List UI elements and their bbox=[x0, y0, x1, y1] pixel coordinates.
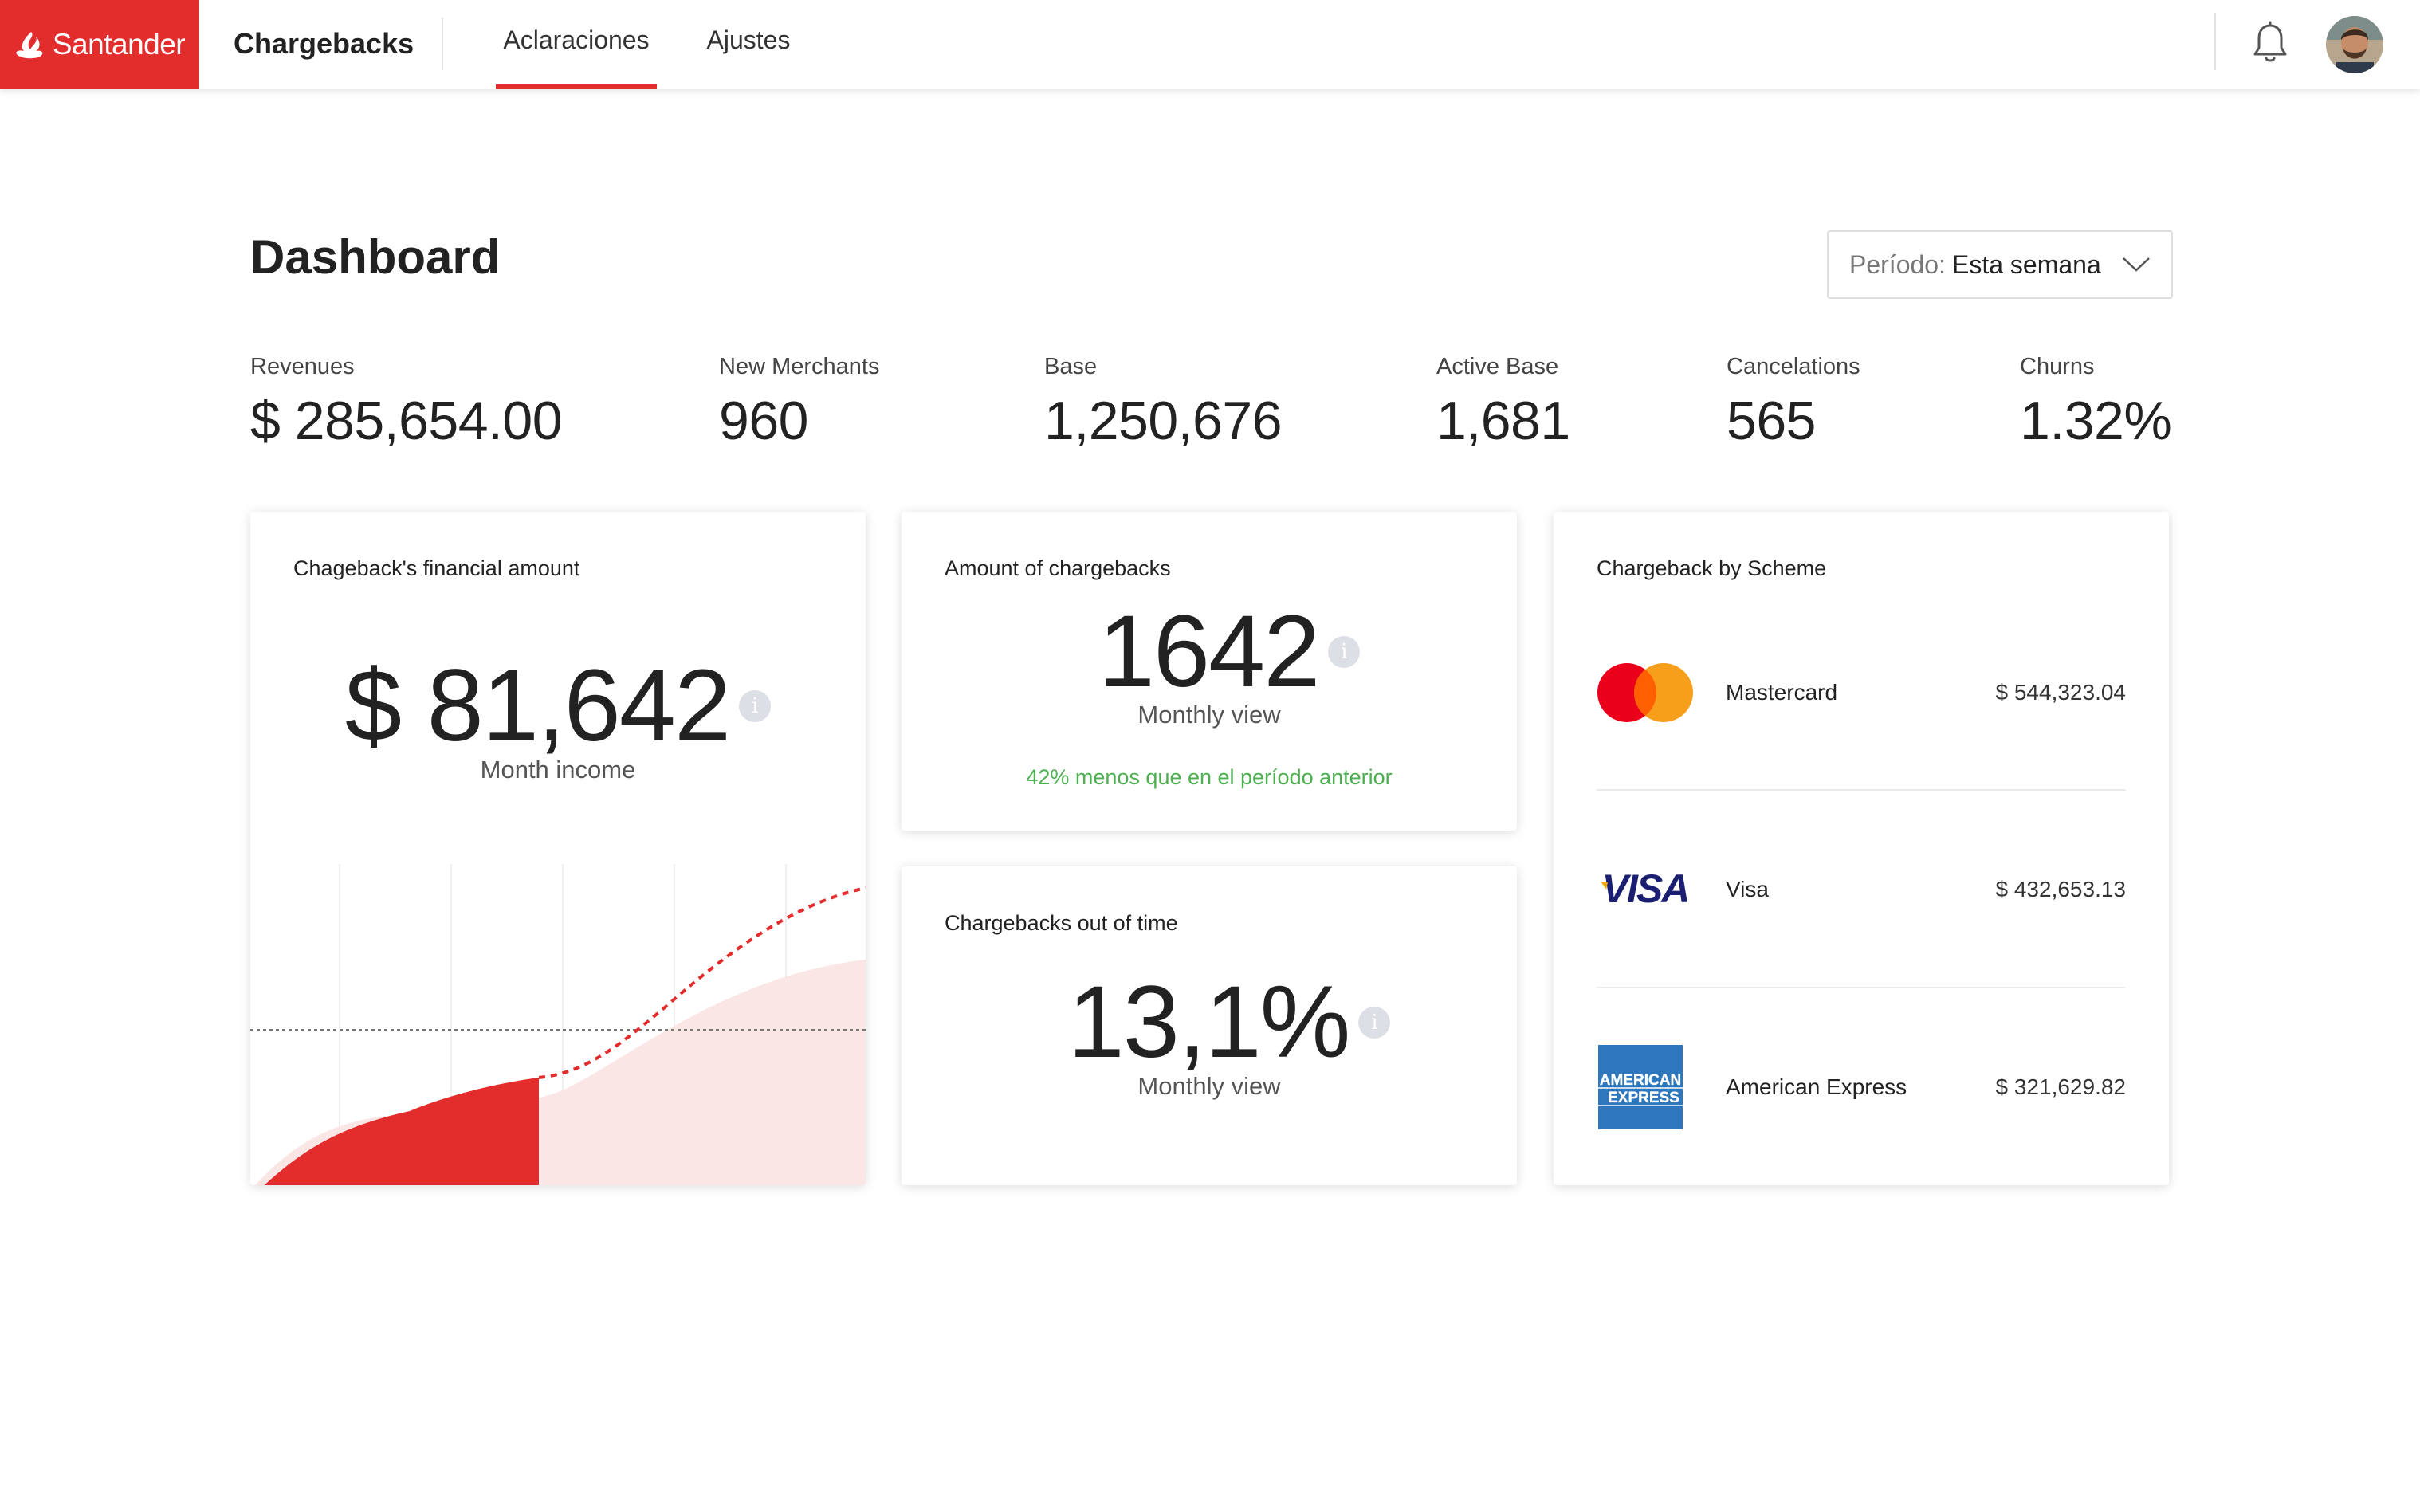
comparison-note: 42% menos que en el período anterior bbox=[1026, 765, 1393, 789]
scheme-name: American Express bbox=[1726, 1074, 1907, 1099]
kpi-value: 1,681 bbox=[1436, 391, 1570, 451]
amount-chargebacks-card: Amount of chargebacks 1642 i Monthly vie… bbox=[902, 512, 1517, 831]
scheme-amount: $ 432,653.13 bbox=[1995, 877, 2127, 901]
user-avatar[interactable] bbox=[2326, 16, 2383, 73]
card-title: Chageback's financial amount bbox=[293, 556, 580, 580]
kpi-value: 565 bbox=[1727, 391, 1816, 451]
period-label: Período: bbox=[1849, 249, 1946, 279]
info-icon[interactable]: i bbox=[1328, 636, 1361, 668]
tab-aclaraciones[interactable]: Aclaraciones bbox=[496, 26, 657, 89]
amount-value-row: 1642 i bbox=[902, 601, 1517, 703]
chevron-down-icon bbox=[2123, 257, 2150, 272]
financial-sub-label: Month income bbox=[480, 756, 636, 783]
amount-sub-label: Monthly view bbox=[1137, 701, 1281, 729]
info-icon[interactable]: i bbox=[1358, 1007, 1391, 1039]
scheme-card: Chargeback by Scheme Mastercard $ 544,32… bbox=[1554, 512, 2169, 1185]
kpi-value: 1,250,676 bbox=[1044, 391, 1283, 451]
financial-value: $ 81,642 bbox=[344, 649, 731, 763]
scheme-amount: $ 544,323.04 bbox=[1995, 680, 2127, 705]
period-value: Esta semana bbox=[1951, 249, 2101, 279]
tab-ajustes[interactable]: Ajustes bbox=[705, 26, 792, 89]
row-divider bbox=[1597, 789, 2126, 791]
kpi-value: 960 bbox=[719, 391, 808, 451]
out-of-time-sub-label: Monthly view bbox=[1137, 1072, 1281, 1100]
kpi-active-base: Active Base 1,681 bbox=[1436, 354, 1570, 452]
scheme-amount: $ 321,629.82 bbox=[1995, 1074, 2127, 1099]
mastercard-logo bbox=[1597, 649, 1708, 736]
kpi-label: Revenues bbox=[250, 354, 355, 379]
scheme-row-mastercard[interactable]: Mastercard $ 544,323.04 bbox=[1597, 649, 2126, 736]
card-title: Chargeback by Scheme bbox=[1597, 556, 1827, 580]
scheme-row-amex[interactable]: AMERICAN EXPRESS American Express $ 321,… bbox=[1597, 1043, 2126, 1131]
kpi-label: New Merchants bbox=[719, 354, 880, 379]
page-title: Dashboard bbox=[250, 230, 501, 284]
out-of-time-card: Chargebacks out of time 13,1% i Monthly … bbox=[902, 866, 1517, 1185]
out-of-time-value-row: 13,1% i bbox=[902, 972, 1517, 1074]
kpi-value: 1.32% bbox=[2020, 391, 2172, 451]
amount-value: 1642 bbox=[1098, 595, 1321, 709]
financial-amount-card: Chageback's financial amount $ 81,642 i … bbox=[250, 512, 866, 1185]
info-icon[interactable]: i bbox=[739, 690, 772, 722]
scheme-row-visa[interactable]: VISA Visa $ 432,653.13 bbox=[1597, 846, 2126, 933]
row-divider bbox=[1597, 987, 2126, 988]
kpi-label: Base bbox=[1044, 354, 1098, 379]
kpi-revenues: Revenues $ 285,654.00 bbox=[250, 354, 563, 452]
santander-logo[interactable]: Santander bbox=[0, 0, 199, 89]
scheme-name: Mastercard bbox=[1726, 680, 1838, 705]
header-divider bbox=[442, 18, 443, 70]
kpi-value: $ 285,654.00 bbox=[250, 391, 563, 451]
financial-value-row: $ 81,642 i bbox=[250, 655, 866, 757]
kpi-label: Churns bbox=[2020, 354, 2095, 379]
top-navigation-bar: Santander Chargebacks Aclaraciones Ajust… bbox=[0, 0, 2420, 89]
card-title: Amount of chargebacks bbox=[945, 556, 1171, 580]
period-select[interactable]: Período: Esta semana bbox=[1827, 230, 2173, 299]
amex-logo-text: AMERICAN bbox=[1600, 1072, 1681, 1089]
kpi-base: Base 1,250,676 bbox=[1044, 354, 1283, 452]
card-title: Chargebacks out of time bbox=[945, 911, 1178, 935]
out-of-time-value: 13,1% bbox=[1067, 965, 1351, 1079]
kpi-cancelations: Cancelations 565 bbox=[1727, 354, 1860, 452]
scheme-name: Visa bbox=[1726, 877, 1769, 901]
kpi-label: Cancelations bbox=[1727, 354, 1860, 379]
kpi-new-merchants: New Merchants 960 bbox=[719, 354, 879, 452]
visa-logo-text: VISA bbox=[1602, 866, 1689, 911]
kpi-label: Active Base bbox=[1436, 354, 1559, 379]
visa-logo: VISA bbox=[1597, 846, 1708, 933]
amex-logo: AMERICAN EXPRESS bbox=[1597, 1043, 1708, 1131]
santander-flame-icon bbox=[16, 32, 43, 59]
bell-icon[interactable] bbox=[2251, 21, 2289, 65]
income-trend-chart bbox=[250, 864, 866, 1185]
header-divider bbox=[2214, 13, 2216, 70]
app-title: Chargebacks bbox=[234, 27, 414, 60]
chart-area-current bbox=[264, 1078, 539, 1185]
amex-logo-text: EXPRESS bbox=[1608, 1090, 1679, 1106]
brand-name: Santander bbox=[52, 28, 186, 61]
kpi-churns: Churns 1.32% bbox=[2020, 354, 2172, 452]
